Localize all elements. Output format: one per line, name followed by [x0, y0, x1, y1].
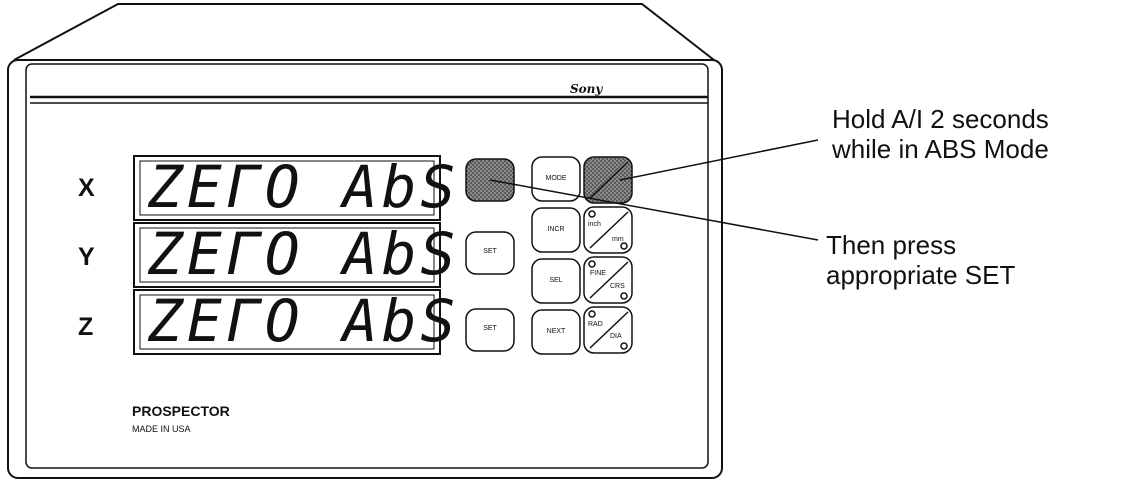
key-incr-label[interactable]: INCR — [532, 226, 580, 233]
display-y-text: ZEГO AbS — [148, 220, 460, 288]
key-res-a-label[interactable]: FINE — [590, 270, 606, 277]
display-x-text: ZEГO AbS — [148, 153, 460, 221]
axis-label-y: Y — [78, 243, 95, 271]
callout-top: Hold A/I 2 seconds while in ABS Mode — [832, 104, 1049, 164]
display-z-text: ZEГO AbS — [148, 287, 460, 355]
callout-top-line2: while in ABS Mode — [832, 134, 1049, 164]
key-meas-a-label[interactable]: RAD — [588, 321, 603, 328]
callout-bottom-line2: appropriate SET — [826, 260, 1016, 290]
key-sel-label[interactable]: SEL — [532, 277, 580, 284]
axis-label-x: X — [78, 174, 95, 202]
key-unit-a-label[interactable]: inch — [588, 221, 601, 228]
axis-label-z: Z — [78, 313, 94, 341]
callout-bottom-line1: Then press — [826, 230, 957, 260]
key-mode-label[interactable]: MODE — [532, 175, 580, 182]
key-meas-b-label[interactable]: DIA — [610, 333, 622, 340]
key-unit-b-label[interactable]: mm — [612, 236, 624, 243]
brand-name: PROSPECTOR — [132, 403, 230, 419]
key-set-y-label[interactable]: SET — [466, 248, 514, 255]
callout-leader-top — [619, 139, 819, 181]
key-res-b-label[interactable]: CRS — [610, 283, 625, 290]
brand-origin: MADE IN USA — [132, 424, 191, 434]
housing-top — [13, 3, 715, 61]
key-set-z-label[interactable]: SET — [466, 325, 514, 332]
callout-bottom: Then press appropriate SET — [826, 230, 1015, 290]
callout-top-line1: Hold A/I 2 seconds — [832, 104, 1049, 134]
brand-logo: Sony — [570, 82, 603, 96]
key-next-label[interactable]: NEXT — [532, 328, 580, 335]
